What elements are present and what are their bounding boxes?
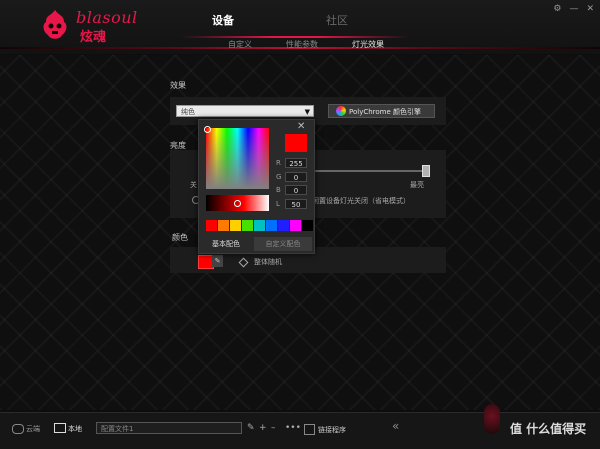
lightness-cursor[interactable] [234, 200, 241, 207]
preset-swatch[interactable] [206, 220, 217, 231]
brightness-max-label: 最亮 [410, 181, 424, 189]
effect-dropdown[interactable]: 纯色 ▼ [176, 105, 314, 117]
channel-r-label: R [276, 159, 281, 167]
close-icon[interactable]: ✕ [586, 4, 594, 14]
preset-swatch[interactable] [290, 220, 301, 231]
brightness-min-label: 关 [190, 181, 197, 189]
window-controls: ⚙ — ✕ [553, 4, 594, 14]
profile-dropdown[interactable]: 配置文件1 [96, 422, 242, 434]
minimize-icon[interactable]: — [569, 4, 578, 14]
more-icon[interactable]: ••• [285, 423, 301, 433]
flame-skull-logo-icon [43, 10, 67, 39]
cloud-label[interactable]: 云端 [26, 424, 40, 434]
subtab-custom[interactable]: 自定义 [228, 39, 252, 50]
link-program-icon[interactable] [304, 424, 315, 435]
device-thumbnail[interactable] [484, 404, 500, 434]
channel-g-input[interactable]: 0 [285, 172, 307, 182]
link-program-label[interactable]: 链接程序 [318, 425, 346, 435]
spectrum-cursor[interactable] [204, 126, 211, 133]
monitor-icon[interactable] [54, 423, 66, 433]
preset-swatch[interactable] [278, 220, 289, 231]
random-color-label: 整体随机 [254, 258, 282, 266]
preset-swatch[interactable] [266, 220, 277, 231]
channel-g-label: G [276, 173, 282, 181]
brightness-slider-thumb[interactable] [422, 165, 430, 177]
channel-b-label: B [276, 186, 281, 194]
collapse-icon[interactable]: « [392, 419, 399, 433]
tab-device[interactable]: 设备 [212, 12, 234, 28]
sleep-mode-label: 闲置设备灯光关闭（省电模式） [312, 197, 410, 205]
edit-profile-icon[interactable]: ✎ [247, 423, 255, 433]
brand-name-cn: 炫魂 [80, 30, 107, 45]
tab-basic-colors[interactable]: 基本配色 [199, 237, 253, 251]
preset-swatch[interactable] [302, 220, 313, 231]
channel-r-input[interactable]: 255 [285, 158, 307, 168]
brightness-slider-track[interactable] [310, 170, 426, 172]
picker-close-icon[interactable]: ✕ [297, 121, 305, 132]
effect-selected-value: 纯色 [181, 108, 195, 116]
preset-swatch[interactable] [218, 220, 229, 231]
channel-l-label: L [276, 200, 280, 208]
tab-community[interactable]: 社区 [326, 12, 348, 28]
brand-name: blasoul [76, 8, 138, 27]
subtab-performance[interactable]: 性能参数 [286, 39, 318, 50]
cloud-icon[interactable] [12, 424, 24, 434]
preset-swatch[interactable] [242, 220, 253, 231]
tab-custom-colors[interactable]: 自定义配色 [254, 237, 312, 251]
effect-label: 效果 [170, 81, 186, 90]
color-spectrum[interactable] [206, 128, 269, 189]
active-tab-indicator [180, 36, 410, 38]
channel-l-input[interactable]: 50 [285, 199, 307, 209]
preset-swatches [206, 220, 314, 231]
delete-profile-icon[interactable]: – [271, 423, 276, 433]
chevron-down-icon: ▼ [304, 108, 310, 116]
channel-b-input[interactable]: 0 [285, 185, 307, 195]
settings-gear-icon[interactable]: ⚙ [553, 4, 561, 14]
add-profile-icon[interactable]: + [259, 423, 267, 433]
polychrome-icon [336, 106, 346, 116]
preset-swatch[interactable] [254, 220, 265, 231]
preset-swatch[interactable] [230, 220, 241, 231]
color-label: 颜色 [172, 233, 188, 242]
subtab-lighting[interactable]: 灯光效果 [352, 39, 384, 50]
edit-color-icon[interactable]: ✎ [212, 255, 223, 267]
color-preview [285, 134, 307, 152]
local-label[interactable]: 本地 [68, 424, 82, 434]
watermark: 值 什么值得买 [510, 422, 587, 436]
